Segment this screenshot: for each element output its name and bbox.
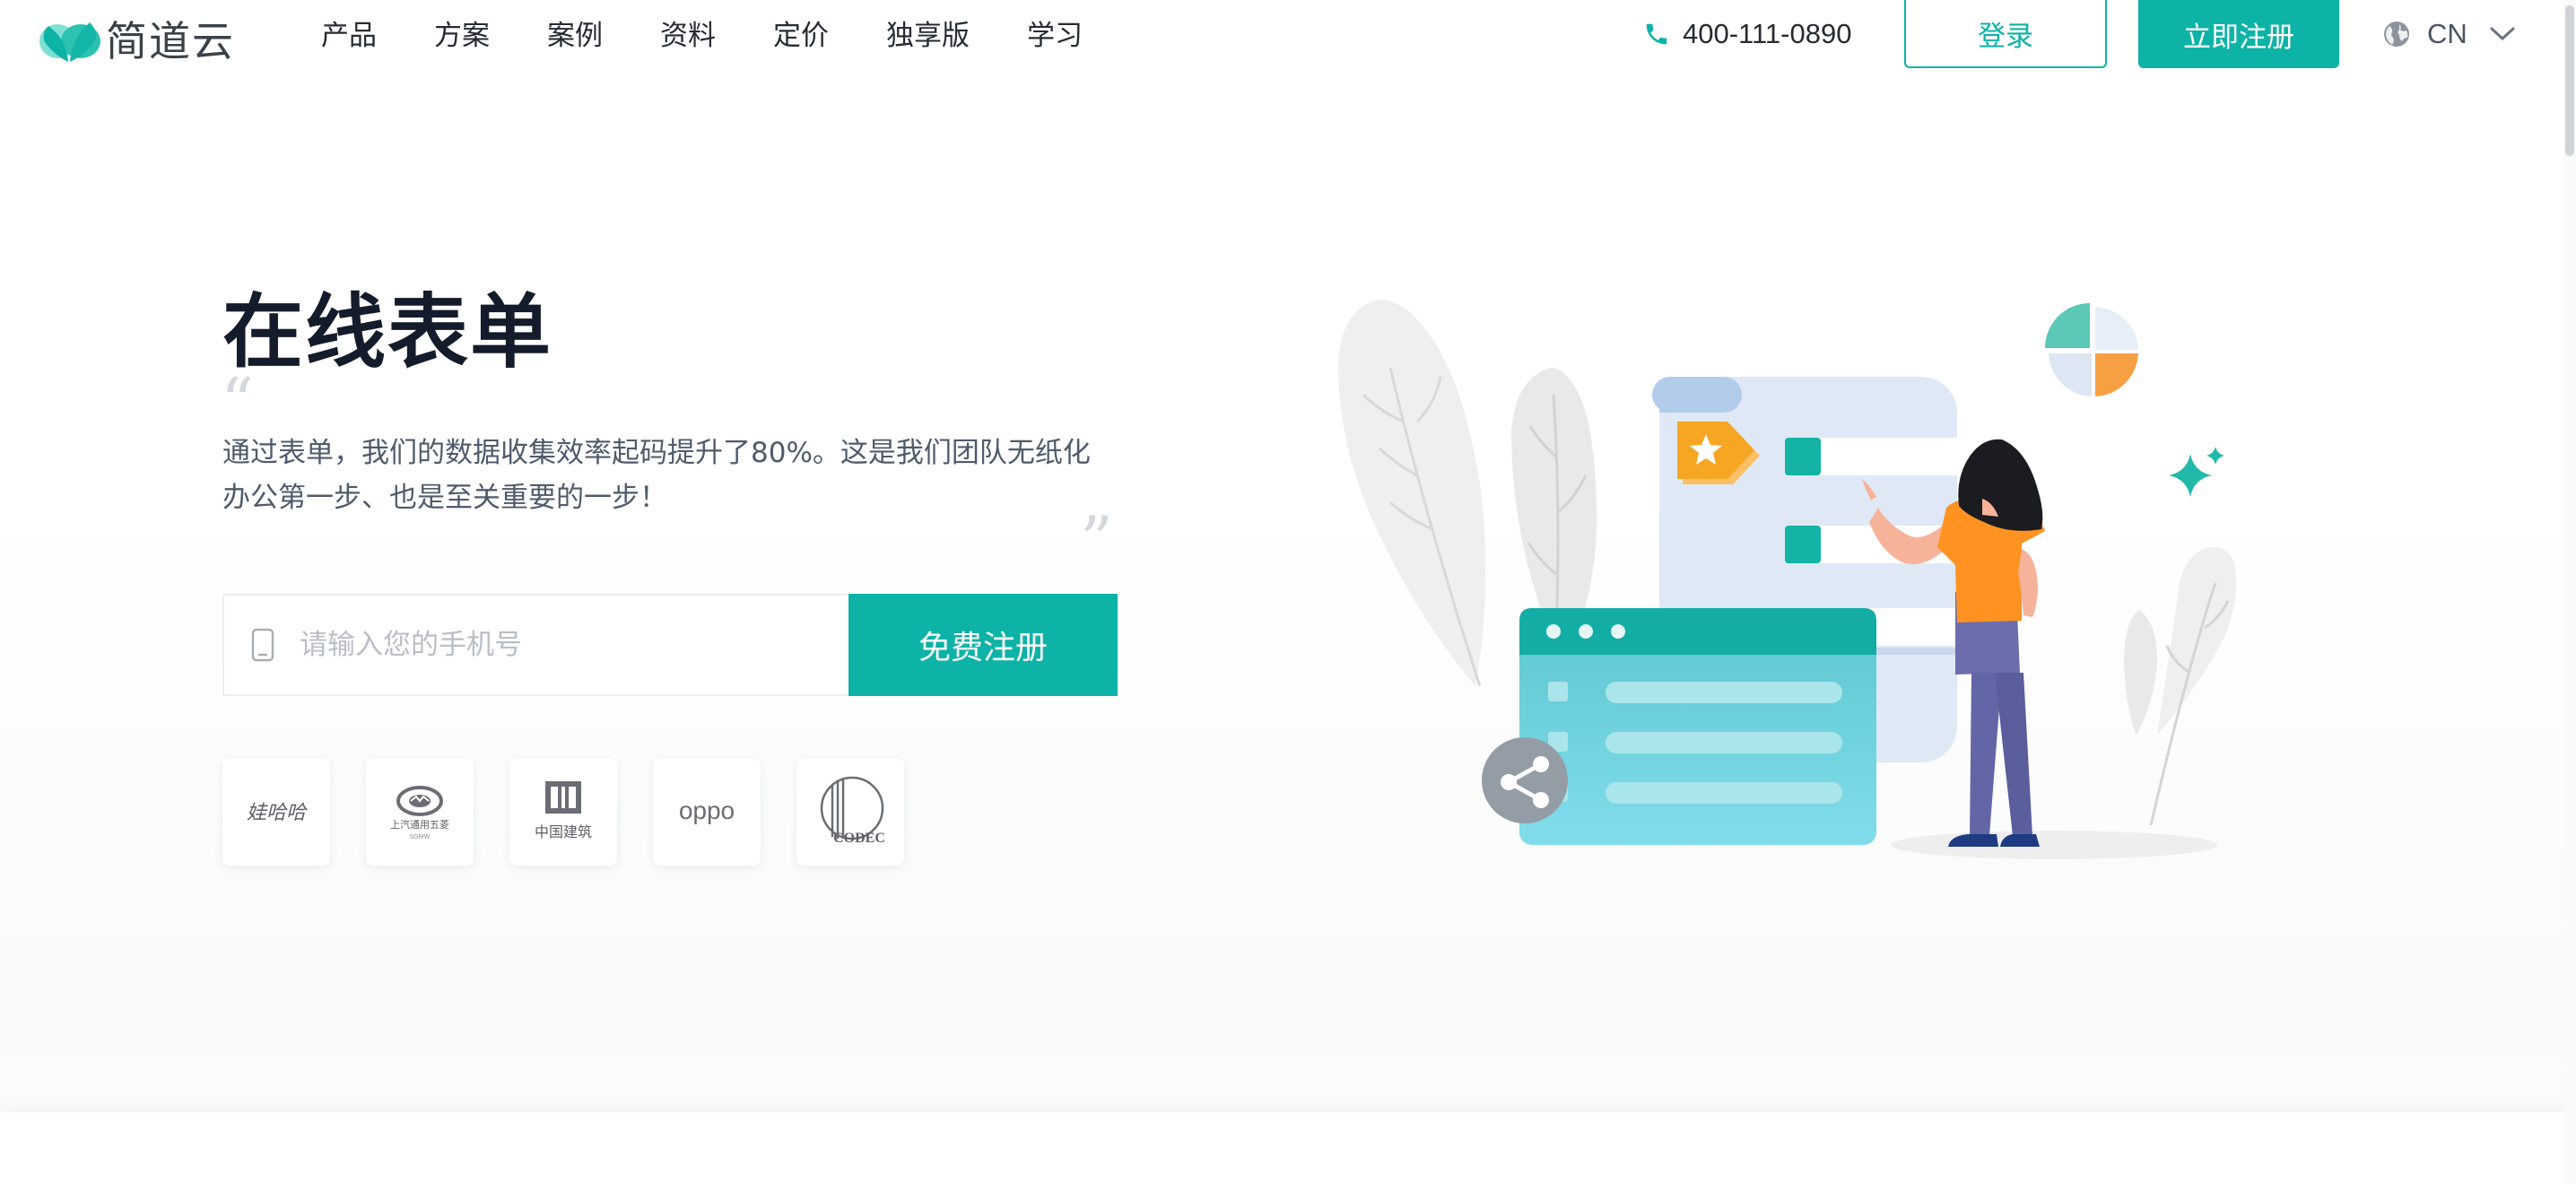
hero-illustration: [1337, 300, 2237, 859]
cscec-wordmark: 中国建筑: [535, 823, 592, 840]
hotline[interactable]: 400-111-0890: [1643, 18, 1851, 50]
next-section-edge: [0, 1112, 2576, 1184]
globe-icon: [2384, 22, 2409, 47]
client-logo-oppo: oppo: [653, 758, 761, 866]
login-button[interactable]: 登录: [1904, 0, 2107, 68]
page-scrollbar[interactable]: [2563, 0, 2576, 1184]
mobile-phone-icon: [251, 628, 274, 662]
language-selector[interactable]: CN: [2382, 18, 2516, 50]
nav-item-product[interactable]: 产品: [321, 13, 377, 53]
client-logo-wahaha: 娃哈哈: [222, 758, 330, 866]
testimonial-line-1: 通过表单，我们的数据收集效率起码提升了80%。这是我们团队无纸化: [222, 437, 1091, 469]
pie-chart-icon: [2043, 301, 2144, 402]
client-logo-sgmw: 上汽通用五菱 SGMW: [366, 758, 474, 866]
nav-item-cases[interactable]: 案例: [547, 13, 603, 53]
nav-item-solutions[interactable]: 方案: [434, 13, 490, 53]
client-logo-codec: CODEC: [796, 758, 904, 866]
quote-open-mark: “: [221, 364, 254, 440]
share-icon: [1482, 737, 1568, 823]
brand-logo[interactable]: 简道云: [36, 9, 235, 68]
nav-item-learning[interactable]: 学习: [1027, 13, 1083, 53]
client-logos: 娃哈哈 上汽通用五菱 SGMW 中国建筑 oppo CODEC: [222, 758, 940, 866]
client-logo-cscec: 中国建筑: [509, 758, 617, 866]
top-navigation-bar: 简道云 产品 方案 案例 资料 定价 独享版 学习 400-111-0890 登…: [0, 0, 2563, 72]
language-label: CN: [2427, 18, 2467, 49]
codec-wordmark: CODEC: [833, 831, 885, 846]
nav-item-resources[interactable]: 资料: [660, 13, 716, 53]
quote-close-mark: ”: [1080, 502, 1113, 578]
right-plant: [2124, 547, 2237, 826]
testimonial-line-2: 办公第一步、也是至关重要的一步！: [222, 482, 667, 514]
free-signup-button[interactable]: 免费注册: [849, 594, 1118, 696]
brand-heart-icon: [39, 22, 100, 62]
main-nav: 产品 方案 案例 资料 定价 独享版 学习: [321, 13, 1140, 53]
page-title: 在线表单: [222, 285, 553, 379]
phone-field[interactable]: [222, 594, 849, 696]
nav-item-pricing[interactable]: 定价: [773, 13, 829, 53]
phone-number: 400-111-0890: [1683, 18, 1852, 49]
oppo-wordmark: oppo: [679, 797, 735, 824]
scrollbar-thumb[interactable]: [2565, 5, 2574, 156]
register-button[interactable]: 立即注册: [2138, 0, 2339, 68]
browser-window: [1519, 608, 1876, 845]
sgmw-subtext: SGMW: [410, 833, 431, 840]
nav-item-private-edition[interactable]: 独享版: [886, 13, 970, 53]
sparkle-icon: [2169, 447, 2224, 497]
signup-form: 免费注册: [222, 594, 1118, 696]
brand-name: 简道云: [106, 17, 235, 65]
phone-input[interactable]: [298, 628, 840, 662]
sgmw-wordmark: 上汽通用五菱: [390, 818, 449, 831]
chevron-down-icon: [2490, 27, 2515, 41]
testimonial-quote: 通过表单，我们的数据收集效率起码提升了80%。这是我们团队无纸化 办公第一步、也…: [222, 431, 1128, 520]
phone-icon: [1646, 23, 1667, 45]
wahaha-wordmark: 娃哈哈: [247, 802, 308, 824]
